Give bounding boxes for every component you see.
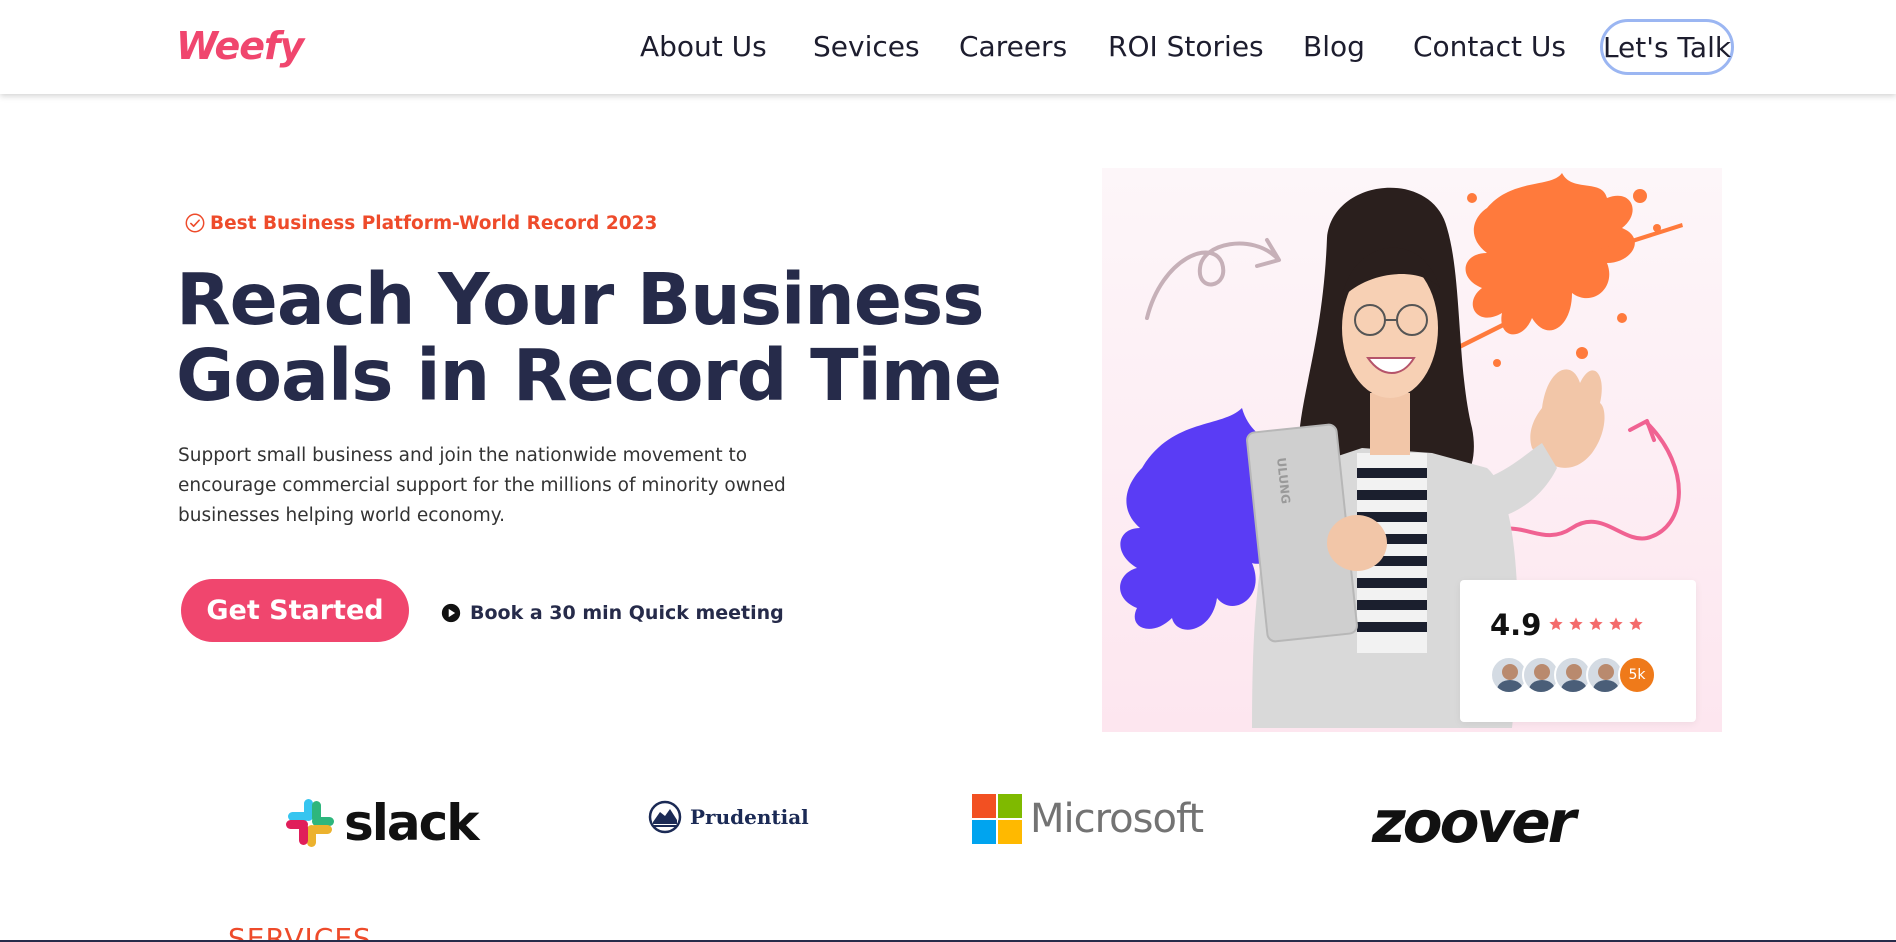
book-meeting-link[interactable]: Book a 30 min Quick meeting	[440, 602, 784, 624]
slack-icon	[286, 799, 334, 847]
services-section-label: SERVICES	[228, 922, 372, 942]
nav-about-us[interactable]: About Us	[640, 30, 767, 63]
hero-description: Support small business and join the nati…	[178, 441, 798, 531]
star-icon	[1589, 617, 1603, 630]
star-icon	[1629, 617, 1643, 630]
book-meeting-label: Book a 30 min Quick meeting	[470, 602, 784, 624]
hero-headline: Reach Your Business Goals in Record Time	[176, 258, 1002, 417]
prudential-wordmark: Prudential	[690, 805, 809, 829]
award-badge: Best Business Platform-World Record 2023	[184, 212, 657, 234]
star-icon	[1549, 617, 1563, 630]
rock-of-gibraltar-icon	[648, 800, 682, 834]
star-icon	[1569, 617, 1583, 630]
reviewer-count-badge: 5k	[1618, 656, 1656, 694]
slack-logo: slack	[284, 794, 480, 852]
rating-stars	[1548, 616, 1644, 632]
nav-services[interactable]: Sevices	[813, 30, 920, 63]
play-circle-icon	[441, 603, 461, 623]
nav-contact-us[interactable]: Contact Us	[1413, 30, 1566, 63]
rating-card: 4.9 5k	[1460, 580, 1696, 722]
hero-description-line2: encourage commercial support for the mil…	[178, 475, 786, 496]
microsoft-windows-icon	[972, 794, 1022, 844]
zoover-wordmark: zoover	[1372, 788, 1576, 856]
rating-score: 4.9	[1490, 608, 1542, 642]
reviewer-avatars: 5k	[1490, 656, 1656, 694]
hero-headline-line2: Goals in Record Time	[176, 334, 1002, 417]
zoover-logo: zoover	[1372, 788, 1576, 856]
check-circle-icon	[185, 213, 205, 233]
lets-talk-button[interactable]: Let's Talk	[1600, 19, 1734, 75]
hero-description-line3: businesses helping world economy.	[178, 505, 505, 526]
prudential-logo: Prudential	[648, 800, 809, 834]
nav-careers[interactable]: Careers	[959, 30, 1067, 63]
award-badge-text: Best Business Platform-World Record 2023	[210, 212, 658, 234]
microsoft-logo: Microsoft	[972, 794, 1204, 844]
star-icon	[1609, 617, 1623, 630]
partner-logos: slack Prudential Microsoft zoover	[0, 780, 1896, 870]
hero-description-line1: Support small business and join the nati…	[178, 445, 748, 466]
nav-roi-stories[interactable]: ROI Stories	[1108, 30, 1264, 63]
slack-wordmark: slack	[344, 794, 480, 852]
microsoft-wordmark: Microsoft	[1030, 796, 1204, 842]
nav-blog[interactable]: Blog	[1303, 30, 1365, 63]
get-started-button[interactable]: Get Started	[181, 579, 409, 642]
site-header: Weefy About Us Sevices Careers ROI Stori…	[0, 0, 1896, 94]
hero-headline-line1: Reach Your Business	[176, 258, 985, 341]
